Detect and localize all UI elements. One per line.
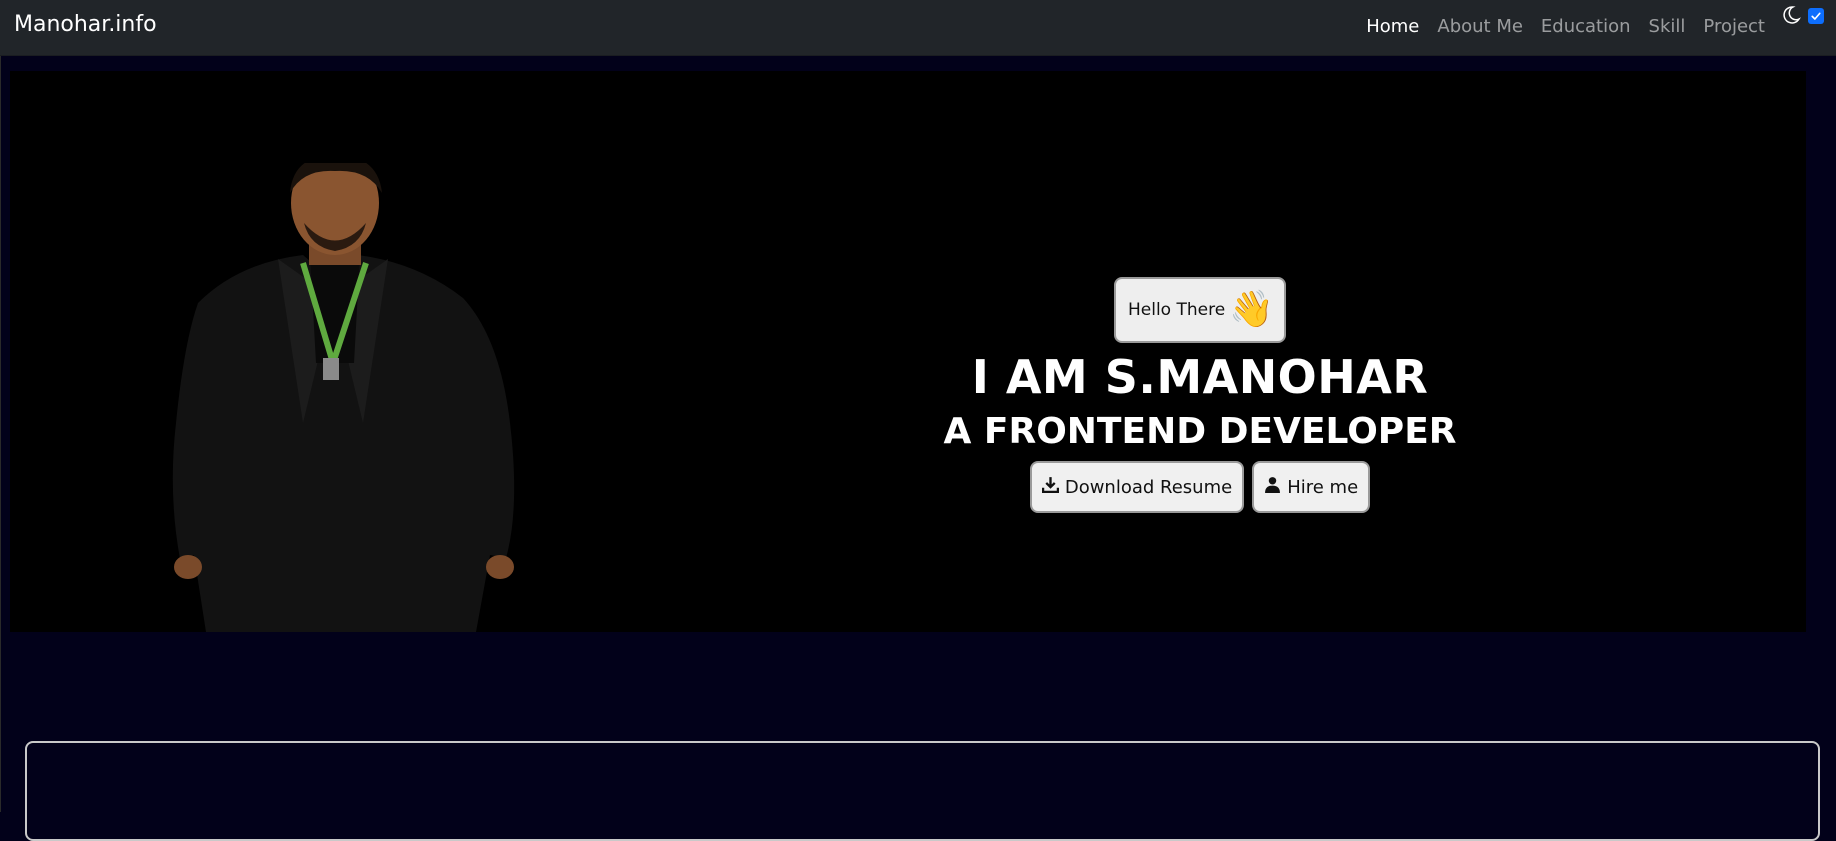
page-edge (0, 56, 1, 812)
greeting-text: Hello There (1127, 300, 1226, 320)
content-card (25, 741, 1820, 841)
theme-toggle-checkbox[interactable] (1808, 8, 1824, 24)
hero-subtitle: A FRONTEND DEVELOPER (943, 411, 1457, 452)
hero-content: Hello There 👋 I AM S.MANOHAR A FRONTEND … (900, 277, 1500, 513)
navbar: Manohar.info Home About Me Education Ski… (0, 0, 1836, 56)
download-icon (1041, 476, 1059, 498)
hero-banner: Hello There 👋 I AM S.MANOHAR A FRONTEND … (10, 71, 1806, 632)
moon-icon (1781, 5, 1801, 25)
nav-about-me[interactable]: About Me (1428, 14, 1532, 40)
hero-title: I AM S.MANOHAR (971, 350, 1429, 404)
nav-education[interactable]: Education (1532, 14, 1640, 40)
user-icon (1264, 476, 1281, 498)
brand-logo[interactable]: Manohar.info (14, 12, 157, 37)
nav-project[interactable]: Project (1694, 14, 1774, 40)
download-resume-button[interactable]: Download Resume (1029, 461, 1245, 513)
hire-me-label: Hire me (1287, 476, 1359, 498)
hero-actions: Download Resume Hire me (1029, 461, 1371, 513)
nav-skill[interactable]: Skill (1640, 14, 1695, 40)
hire-me-button[interactable]: Hire me (1252, 461, 1371, 513)
nav-links: Home About Me Education Skill Project (1357, 14, 1774, 40)
profile-photo (172, 163, 515, 632)
hello-there-badge[interactable]: Hello There 👋 (1113, 277, 1286, 343)
download-resume-label: Download Resume (1064, 476, 1233, 498)
waving-hand-icon: 👋 (1229, 289, 1274, 330)
nav-home[interactable]: Home (1357, 14, 1428, 40)
